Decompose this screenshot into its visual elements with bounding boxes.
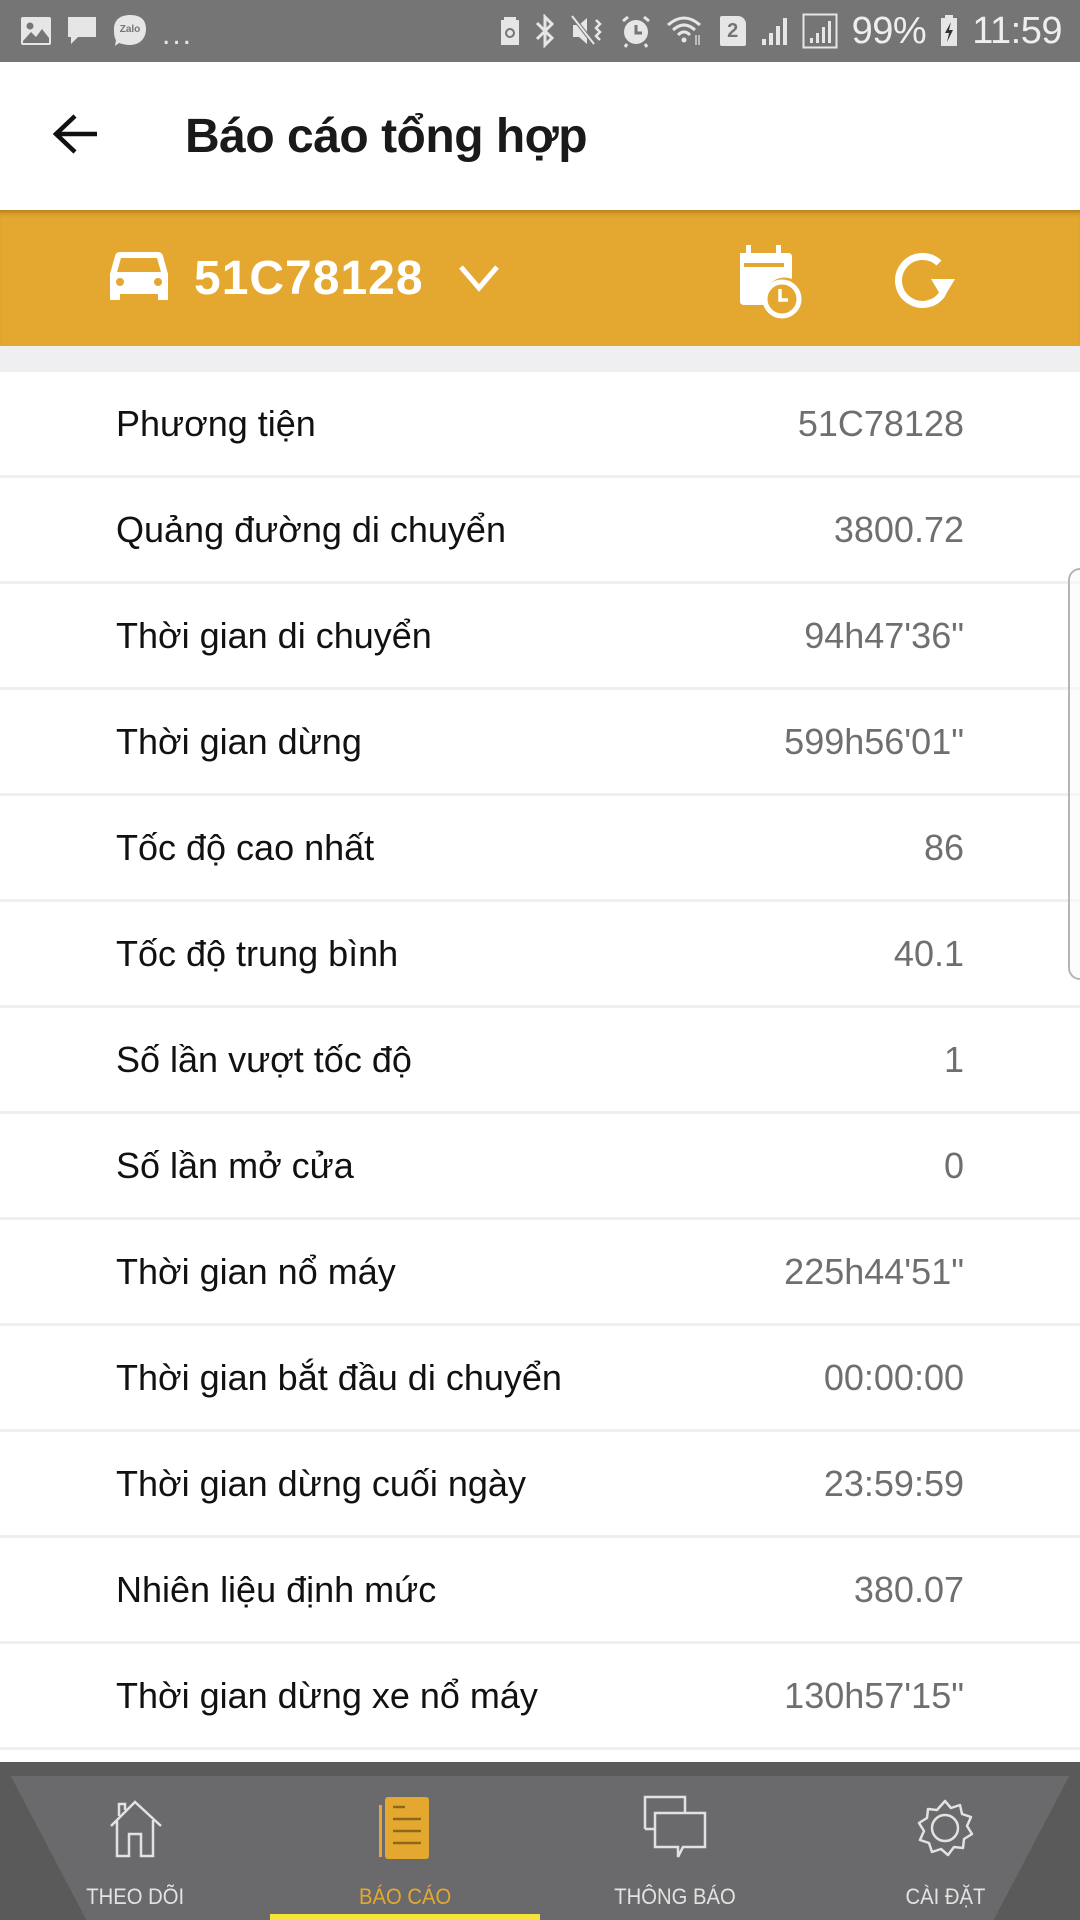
nav-tab-settings[interactable]: CÀI ĐẶT (810, 1776, 1080, 1920)
scrollbar-handle[interactable] (1068, 568, 1080, 980)
row-label: Thời gian dừng xe nổ máy (116, 1674, 538, 1716)
report-row-fuel-quota: Nhiên liệu định mức 380.07 (0, 1538, 1080, 1644)
status-bar-right: 2 99% 11:59 (500, 10, 1062, 53)
bluetooth-icon (534, 14, 556, 48)
report-row-vehicle: Phương tiện 51C78128 (0, 372, 1080, 478)
storage-icon (500, 16, 520, 46)
report-row-door-open-count: Số lần mở cửa 0 (0, 1114, 1080, 1220)
car-icon (108, 248, 170, 309)
summary-report-list: Phương tiện 51C78128 Quảng đường di chuy… (0, 372, 1080, 1750)
content-top-spacer (0, 346, 1080, 372)
nav-label: CÀI ĐẶT (905, 1884, 985, 1909)
row-label: Thời gian dừng cuối ngày (116, 1462, 526, 1504)
report-row-end-of-day-stop: Thời gian dừng cuối ngày 23:59:59 (0, 1432, 1080, 1538)
signal-icon (760, 15, 788, 47)
row-label: Số lần mở cửa (116, 1144, 354, 1186)
nav-tab-reports[interactable]: BÁO CÁO (270, 1776, 540, 1920)
row-label: Tốc độ cao nhất (116, 826, 375, 868)
vibrate-mute-icon (570, 14, 606, 48)
row-label: Thời gian nổ máy (116, 1250, 396, 1292)
home-icon (105, 1790, 165, 1866)
report-row-distance: Quảng đường di chuyển 3800.72 (0, 478, 1080, 584)
nav-label: BÁO CÁO (358, 1884, 452, 1909)
row-label: Nhiên liệu định mức (116, 1568, 437, 1610)
chevron-down-icon (458, 263, 500, 293)
report-row-moving-time: Thời gian di chuyển 94h47'36" (0, 584, 1080, 690)
row-value: 40.1 (893, 932, 964, 974)
report-row-stop-time: Thời gian dừng 599h56'01" (0, 690, 1080, 796)
report-row-idle-engine-time: Thời gian dừng xe nổ máy 130h57'15" (0, 1644, 1080, 1750)
page-title: Báo cáo tổng hợp (185, 109, 588, 163)
row-value: 225h44'51" (784, 1250, 964, 1292)
date-range-button[interactable] (732, 240, 808, 326)
row-label: Số lần vượt tốc độ (116, 1038, 412, 1080)
report-row-avg-speed: Tốc độ trung bình 40.1 (0, 902, 1080, 1008)
report-row-max-speed: Tốc độ cao nhất 86 (0, 796, 1080, 902)
row-value: 51C78128 (797, 402, 964, 444)
nav-tab-notifications[interactable]: THÔNG BÁO (540, 1776, 810, 1920)
vehicle-toolbar: 51C78128 (0, 210, 1080, 346)
active-tab-indicator (270, 1914, 540, 1920)
row-value: 3800.72 (833, 508, 964, 550)
row-value: 94h47'36" (804, 614, 964, 656)
row-label: Thời gian dừng (116, 720, 362, 762)
vehicle-selector-dropdown[interactable]: 51C78128 (108, 240, 500, 316)
sim2-icon: 2 (719, 16, 746, 46)
nav-tab-tracking[interactable]: THEO DÕI (0, 1776, 270, 1920)
selected-vehicle-plate: 51C78128 (194, 251, 424, 305)
refresh-button[interactable] (884, 244, 964, 324)
row-value: 130h57'15" (784, 1674, 964, 1716)
gear-icon (915, 1790, 975, 1866)
wifi-icon (666, 15, 706, 47)
chat-icon (643, 1790, 707, 1866)
row-label: Phương tiện (116, 402, 316, 444)
battery-charging-icon (940, 15, 958, 47)
zalo-icon: Zalo (112, 13, 148, 49)
nav-label: THEO DÕI (86, 1884, 184, 1909)
row-label: Tốc độ trung bình (116, 932, 399, 974)
alarm-icon (620, 14, 652, 48)
row-value: 00:00:00 (823, 1356, 964, 1398)
report-icon (375, 1790, 435, 1866)
clock: 11:59 (972, 9, 1062, 52)
row-value: 0 (943, 1144, 964, 1186)
app-bar: Báo cáo tổng hợp (0, 62, 1080, 210)
report-row-start-time: Thời gian bắt đầu di chuyển 00:00:00 (0, 1326, 1080, 1432)
bottom-navigation: THEO DÕI BÁO CÁO THÔNG BÁO CÀI ĐẶT (0, 1762, 1080, 1920)
svg-text:Zalo: Zalo (120, 24, 141, 35)
row-value: 599h56'01" (784, 720, 964, 762)
back-button[interactable] (35, 96, 115, 176)
row-label: Thời gian di chuyển (116, 614, 432, 656)
report-row-engine-on-time: Thời gian nổ máy 225h44'51" (0, 1220, 1080, 1326)
calendar-clock-icon (736, 243, 804, 324)
gallery-icon (20, 16, 52, 46)
row-value: 380.07 (853, 1568, 964, 1610)
message-icon (66, 15, 98, 47)
arrow-left-icon (51, 112, 99, 161)
row-value: 1 (943, 1038, 964, 1080)
row-value: 86 (923, 826, 964, 868)
more-notifications-indicator: ... (162, 18, 194, 51)
status-bar: Zalo ... 2 99% 11:59 (0, 0, 1080, 62)
status-bar-left: Zalo ... (20, 10, 193, 52)
battery-percent: 99% (851, 9, 927, 52)
row-label: Thời gian bắt đầu di chuyển (116, 1356, 562, 1398)
nav-label: THÔNG BÁO (614, 1884, 736, 1909)
row-value: 23:59:59 (823, 1462, 964, 1504)
signal-icon-2 (802, 13, 838, 49)
refresh-icon (891, 249, 957, 320)
row-label: Quảng đường di chuyển (116, 508, 506, 550)
report-row-overspeed-count: Số lần vượt tốc độ 1 (0, 1008, 1080, 1114)
